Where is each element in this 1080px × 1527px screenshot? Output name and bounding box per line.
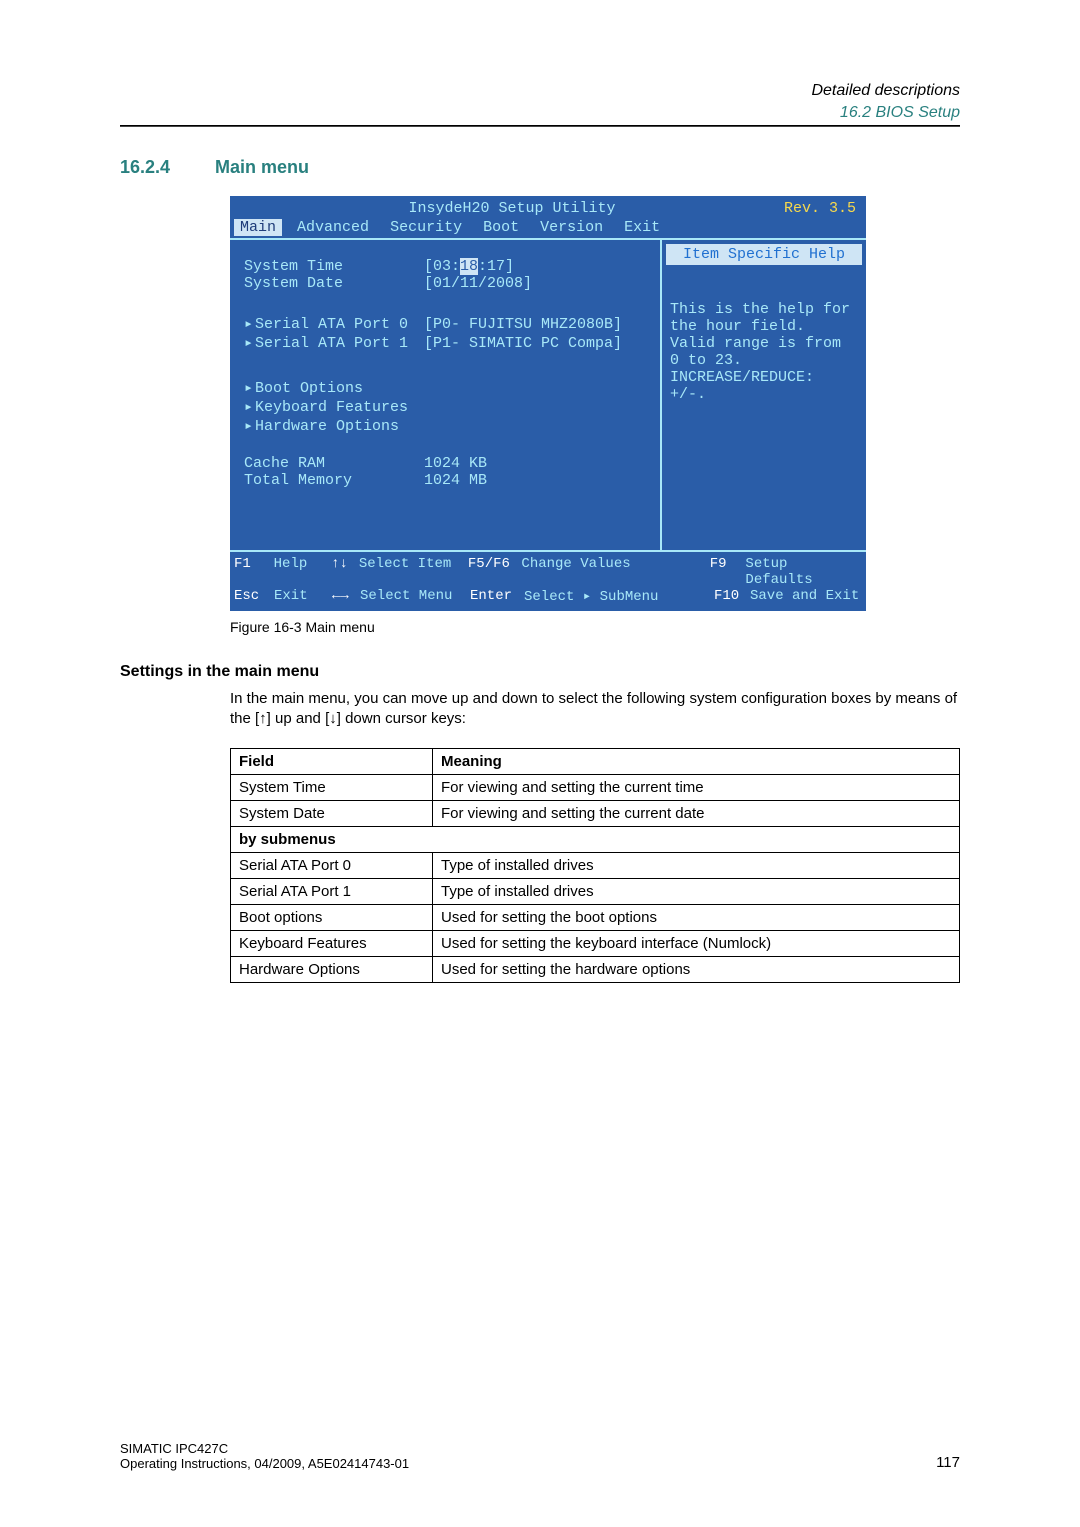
settings-text: In the main menu, you can move up and do… <box>230 689 960 730</box>
sata0-label: Serial ATA Port 0 <box>244 314 424 333</box>
row-total-memory: Total Memory1024 MB <box>244 472 650 489</box>
bios-help-title: Item Specific Help <box>666 244 862 265</box>
row-sata0[interactable]: Serial ATA Port 0[P0- FUJITSU MHZ2080B] <box>244 314 650 333</box>
bios-footer: F1 Help ↑↓ Select Item F5/F6 Change Valu… <box>230 552 866 611</box>
cell-meaning: Used for setting the keyboard interface … <box>433 930 960 956</box>
sata1-value: [P1- SIMATIC PC Compa] <box>424 335 622 352</box>
key-f10: F10 <box>714 588 739 604</box>
key-arrows-v: ↑↓ <box>331 556 348 572</box>
total-memory-value: 1024 MB <box>424 472 487 489</box>
cell-meaning: For viewing and setting the current time <box>433 774 960 800</box>
cell-meaning: Used for setting the boot options <box>433 904 960 930</box>
label-exit: Exit <box>274 588 308 604</box>
page-number: 117 <box>936 1454 960 1471</box>
key-arrows-h: ←→ <box>332 588 349 604</box>
table-row: Serial ATA Port 0 Type of installed driv… <box>231 852 960 878</box>
cell-meaning: Type of installed drives <box>433 878 960 904</box>
bios-tabs: Main Advanced Security Boot Version Exit <box>230 219 866 238</box>
system-date-label: System Date <box>244 275 424 292</box>
bios-body: System Time[03:18:17] System Date[01/11/… <box>230 238 866 552</box>
row-hardware-options[interactable]: Hardware Options <box>244 416 650 435</box>
label-select-submenu: Select ▸ SubMenu <box>524 589 658 605</box>
page: Detailed descriptions 16.2 BIOS Setup 16… <box>0 0 1080 1527</box>
bios-help-panel: Item Specific Help This is the help for … <box>662 240 866 550</box>
system-time-pre: [03: <box>424 258 460 275</box>
cell-field: Keyboard Features <box>231 930 433 956</box>
table-header-row: Field Meaning <box>231 748 960 774</box>
system-time-post: :17] <box>478 258 514 275</box>
bios-help-text: This is the help for the hour field. Val… <box>670 301 858 403</box>
bios-titlebar: InsydeH20 Setup Utility Rev. 3.5 <box>230 196 866 219</box>
table-row: System Time For viewing and setting the … <box>231 774 960 800</box>
system-time-label: System Time <box>244 258 424 275</box>
label-help: Help <box>274 556 308 572</box>
header-title: Detailed descriptions <box>120 80 960 102</box>
tab-version[interactable]: Version <box>534 219 609 236</box>
key-f1: F1 <box>234 556 251 572</box>
figure-caption: Figure 16-3 Main menu <box>230 619 960 635</box>
total-memory-label: Total Memory <box>244 472 424 489</box>
cell-field: Serial ATA Port 1 <box>231 878 433 904</box>
header-block: Detailed descriptions 16.2 BIOS Setup <box>120 80 960 126</box>
header-rule <box>120 126 960 127</box>
table-row: System Date For viewing and setting the … <box>231 800 960 826</box>
system-time-sel[interactable]: 18 <box>460 258 478 275</box>
table-row: Keyboard Features Used for setting the k… <box>231 930 960 956</box>
cell-field: System Time <box>231 774 433 800</box>
label-select-menu: Select Menu <box>360 588 452 604</box>
header-subtitle: 16.2 BIOS Setup <box>120 102 960 127</box>
table-row: Hardware Options Used for setting the ha… <box>231 956 960 982</box>
cell-field: System Date <box>231 800 433 826</box>
row-keyboard-features[interactable]: Keyboard Features <box>244 397 650 416</box>
section-number: 16.2.4 <box>120 157 210 178</box>
tab-advanced[interactable]: Advanced <box>291 219 375 236</box>
th-submenus: by submenus <box>231 826 960 852</box>
table-subheader-row: by submenus <box>231 826 960 852</box>
spec-table: Field Meaning System Time For viewing an… <box>230 748 960 983</box>
tab-exit[interactable]: Exit <box>618 219 666 236</box>
row-boot-options[interactable]: Boot Options <box>244 378 650 397</box>
table-row: Boot options Used for setting the boot o… <box>231 904 960 930</box>
row-system-time[interactable]: System Time[03:18:17] <box>244 258 650 275</box>
section-title: Main menu <box>215 157 309 177</box>
bios-left-panel: System Time[03:18:17] System Date[01/11/… <box>230 240 662 550</box>
cache-ram-label: Cache RAM <box>244 455 424 472</box>
label-select-item: Select Item <box>359 556 451 572</box>
sata0-value: [P0- FUJITSU MHZ2080B] <box>424 316 622 333</box>
label-save-exit: Save and Exit <box>750 588 859 604</box>
sata1-label: Serial ATA Port 1 <box>244 333 424 352</box>
th-field: Field <box>231 748 433 774</box>
tab-main[interactable]: Main <box>234 219 282 236</box>
th-meaning: Meaning <box>433 748 960 774</box>
row-system-date[interactable]: System Date[01/11/2008] <box>244 275 650 292</box>
row-sata1[interactable]: Serial ATA Port 1[P1- SIMATIC PC Compa] <box>244 333 650 352</box>
cell-field: Serial ATA Port 0 <box>231 852 433 878</box>
table-row: Serial ATA Port 1 Type of installed driv… <box>231 878 960 904</box>
tab-security[interactable]: Security <box>384 219 468 236</box>
system-date-value: [01/11/2008] <box>424 275 532 292</box>
cache-ram-value: 1024 KB <box>424 455 487 472</box>
cell-meaning: Type of installed drives <box>433 852 960 878</box>
key-f9: F9 <box>710 556 727 572</box>
footer-line1: SIMATIC IPC427C <box>120 1441 960 1456</box>
bios-rev: Rev. 3.5 <box>784 200 856 217</box>
tab-boot[interactable]: Boot <box>477 219 525 236</box>
label-setup-defaults: Setup Defaults <box>745 556 812 588</box>
key-esc: Esc <box>234 588 259 604</box>
settings-heading: Settings in the main menu <box>120 663 960 681</box>
key-f5f6: F5/F6 <box>468 556 510 572</box>
row-cache-ram: Cache RAM1024 KB <box>244 455 650 472</box>
page-footer: SIMATIC IPC427C Operating Instructions, … <box>120 1441 960 1471</box>
cell-field: Hardware Options <box>231 956 433 982</box>
section-heading: 16.2.4 Main menu <box>120 157 960 178</box>
key-enter: Enter <box>470 588 512 604</box>
cell-field: Boot options <box>231 904 433 930</box>
bios-title: InsydeH20 Setup Utility <box>408 200 615 217</box>
bios-screenshot: InsydeH20 Setup Utility Rev. 3.5 Main Ad… <box>230 196 866 611</box>
cell-meaning: For viewing and setting the current date <box>433 800 960 826</box>
cell-meaning: Used for setting the hardware options <box>433 956 960 982</box>
label-change-values: Change Values <box>521 556 630 572</box>
footer-line2: Operating Instructions, 04/2009, A5E0241… <box>120 1456 960 1471</box>
